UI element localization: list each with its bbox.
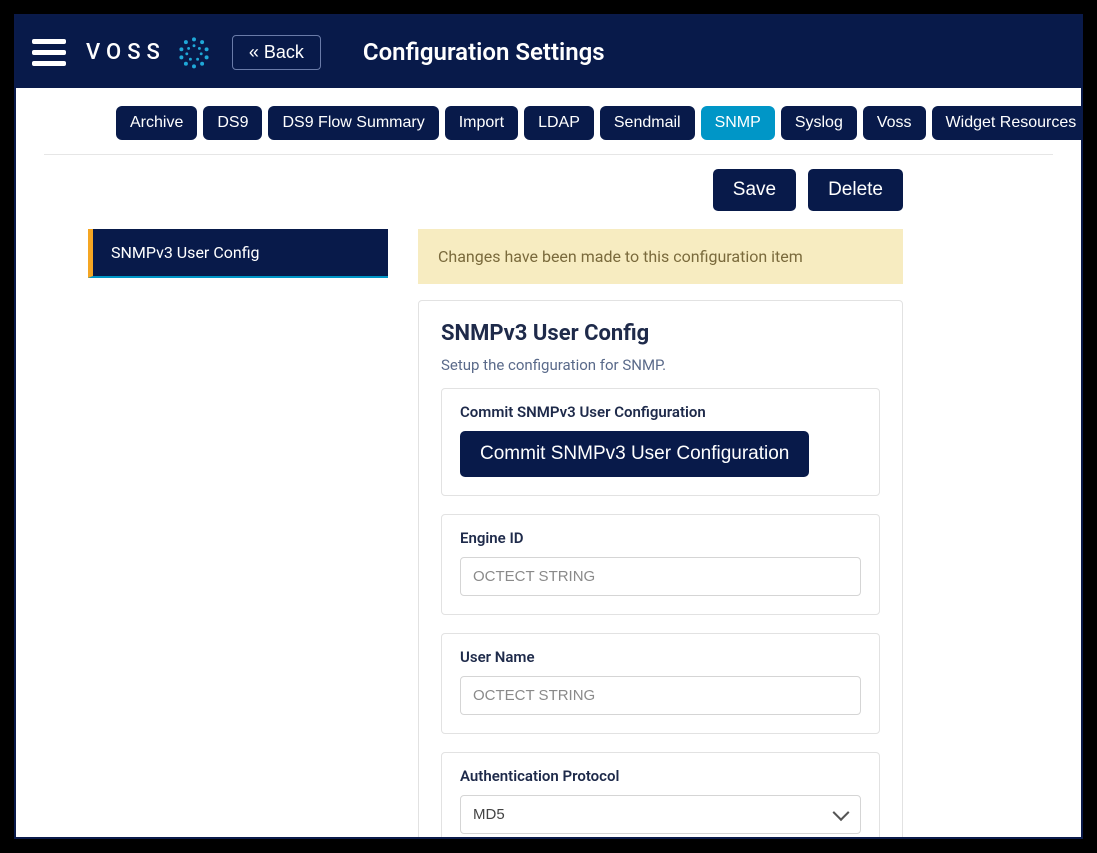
side-nav: SNMPv3 User Config [88,229,388,837]
hamburger-menu-icon[interactable] [32,35,66,69]
engine-id-input[interactable] [460,557,861,596]
tab-snmp[interactable]: SNMP [701,106,775,140]
commit-label: Commit SNMPv3 User Configuration [460,403,861,421]
commit-card: Commit SNMPv3 User Configuration Commit … [441,388,880,496]
tab-archive[interactable]: Archive [116,106,197,140]
tab-ldap[interactable]: LDAP [524,106,594,140]
tab-syslog[interactable]: Syslog [781,106,857,140]
engine-id-label: Engine ID [460,529,861,547]
user-name-label: User Name [460,648,861,666]
topbar: VOSS « Back Configuration Settings [16,16,1081,88]
tab-ds9-flow-summary[interactable]: DS9 Flow Summary [268,106,438,140]
engine-id-card: Engine ID [441,514,880,615]
auth-protocol-select-wrap: MD5 [460,795,861,834]
tab-widget-resources[interactable]: Widget Resources [932,106,1081,140]
delete-button[interactable]: Delete [808,169,903,211]
commit-button[interactable]: Commit SNMPv3 User Configuration [460,431,809,477]
brand-text: VOSS [86,40,166,65]
back-button[interactable]: « Back [232,35,321,70]
tab-ds9[interactable]: DS9 [203,106,262,140]
config-panel: SNMPv3 User Config Setup the configurati… [418,300,903,837]
page-title: Configuration Settings [363,38,605,66]
user-name-input[interactable] [460,676,861,715]
sidebar-item-snmpv3-user-config[interactable]: SNMPv3 User Config [88,229,388,278]
divider [44,154,1053,155]
tab-import[interactable]: Import [445,106,518,140]
sidebar-item-label: SNMPv3 User Config [111,243,260,262]
user-name-card: User Name [441,633,880,734]
brand-swirl-icon [176,34,212,70]
auth-protocol-label: Authentication Protocol [460,767,861,785]
panel-description: Setup the configuration for SNMP. [441,356,880,374]
panel-title: SNMPv3 User Config [441,321,880,346]
auth-protocol-select[interactable]: MD5 [460,795,861,834]
tab-sendmail[interactable]: Sendmail [600,106,695,140]
action-row: Save Delete [44,169,1053,211]
brand-logo[interactable]: VOSS [86,34,212,70]
auth-protocol-card: Authentication Protocol MD5 [441,752,880,837]
tab-row: Archive DS9 DS9 Flow Summary Import LDAP… [44,88,1053,154]
tab-voss[interactable]: Voss [863,106,926,140]
alert-changes-made: Changes have been made to this configura… [418,229,903,284]
save-button[interactable]: Save [713,169,796,211]
